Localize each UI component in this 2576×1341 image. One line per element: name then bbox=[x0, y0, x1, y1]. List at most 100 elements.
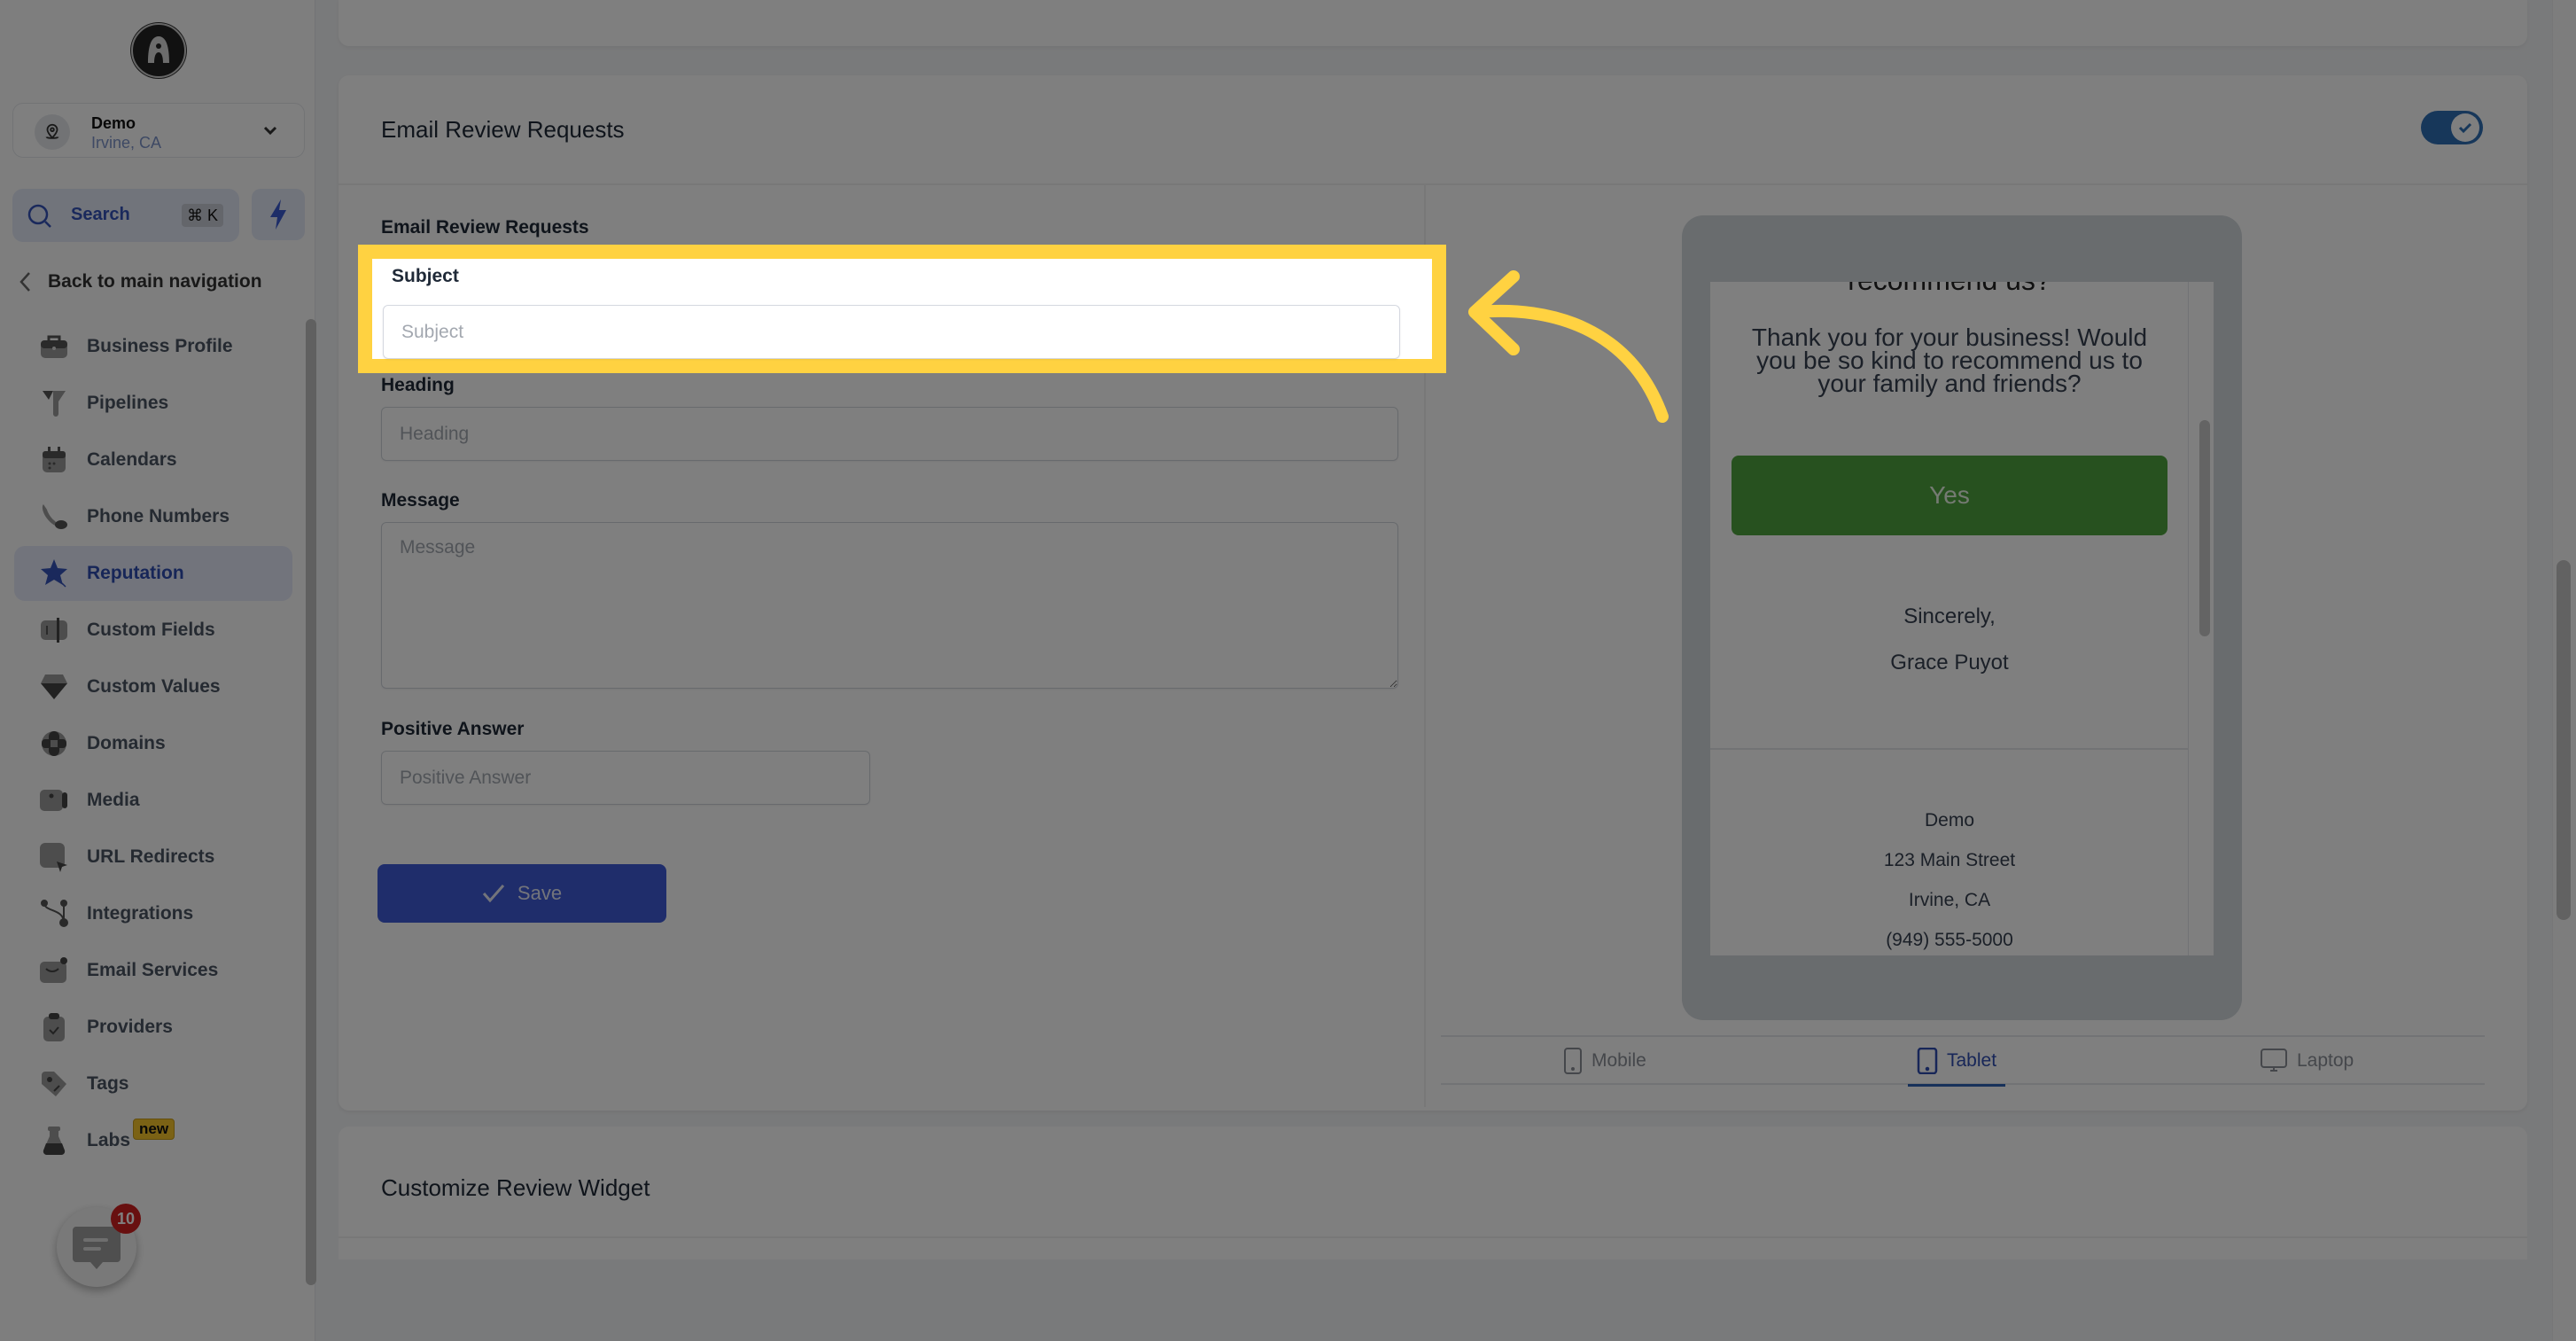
chevron-down-icon bbox=[263, 126, 277, 136]
settings-nav: Business Profile Pipelines Calendars Pho… bbox=[14, 319, 292, 1170]
preview-signer: Grace Puyot bbox=[1890, 651, 2009, 674]
app-logo[interactable] bbox=[131, 23, 186, 78]
save-label: Save bbox=[517, 882, 563, 904]
tablet-preview-frame: recommend us? Thank you for your busines… bbox=[1682, 215, 2242, 1020]
tab-laptop[interactable]: Laptop bbox=[2260, 1037, 2354, 1085]
device-tabs: Mobile Tablet Laptop bbox=[1441, 1035, 2485, 1087]
tablet-icon bbox=[1917, 1048, 1938, 1074]
subject-field-highlight: Subject bbox=[358, 245, 1446, 373]
account-switcher[interactable]: Demo Irvine, CA bbox=[12, 103, 305, 158]
card-header: Email Review Requests bbox=[339, 75, 2527, 185]
lightning-icon bbox=[270, 199, 286, 230]
star-icon bbox=[39, 558, 69, 589]
back-to-main-nav-link[interactable]: Back to main navigation bbox=[18, 270, 262, 293]
tab-label: Laptop bbox=[2297, 1050, 2354, 1071]
sidebar-item-pipelines[interactable]: Pipelines bbox=[14, 376, 292, 431]
globe-icon bbox=[39, 729, 69, 759]
video-icon bbox=[39, 785, 69, 815]
branch-icon bbox=[39, 899, 69, 929]
search-button[interactable]: Search ⌘ K bbox=[12, 189, 239, 242]
briefcase-icon bbox=[39, 331, 69, 362]
preview-phone: (949) 555-5000 bbox=[1886, 930, 2013, 950]
sidebar-item-label: Labs bbox=[87, 1130, 131, 1150]
preview-scrollbar[interactable] bbox=[2199, 420, 2210, 636]
preview-email: recommend us? Thank you for your busines… bbox=[1710, 282, 2189, 955]
sidebar-item-reputation[interactable]: Reputation bbox=[14, 546, 292, 601]
customize-review-widget-card: Customize Review Widget bbox=[339, 1127, 2527, 1259]
tab-label: Tablet bbox=[1947, 1050, 1997, 1071]
account-location: Irvine, CA bbox=[91, 134, 162, 152]
sidebar-item-url-redirects[interactable]: URL Redirects bbox=[14, 830, 292, 885]
sidebar-item-providers[interactable]: Providers bbox=[14, 1000, 292, 1055]
clipboard-check-icon bbox=[39, 1012, 69, 1042]
search-shortcut: ⌘ K bbox=[181, 204, 223, 227]
positive-answer-input[interactable] bbox=[381, 751, 870, 805]
preview-city: Irvine, CA bbox=[1908, 890, 1991, 910]
preview-street: 123 Main Street bbox=[1883, 850, 2016, 870]
email-review-toggle[interactable] bbox=[2421, 111, 2483, 144]
calendar-icon bbox=[39, 445, 69, 475]
sidebar-item-label: Reputation bbox=[87, 563, 184, 583]
message-label: Message bbox=[381, 490, 460, 511]
preview-business-name: Demo bbox=[1924, 810, 1975, 830]
sidebar-item-label: Business Profile bbox=[87, 336, 233, 356]
checkmark-icon bbox=[482, 885, 505, 903]
sidebar-item-phone-numbers[interactable]: Phone Numbers bbox=[14, 489, 292, 544]
previous-section-card bbox=[339, 0, 2527, 46]
sidebar-item-label: Tags bbox=[87, 1073, 129, 1094]
diamond-icon bbox=[39, 672, 69, 702]
sidebar-item-email-services[interactable]: Email Services bbox=[14, 943, 292, 998]
sidebar-scrollbar[interactable] bbox=[306, 319, 316, 1285]
sidebar-item-label: Custom Values bbox=[87, 676, 221, 697]
preview-message: Thank you for your business! Would you b… bbox=[1751, 324, 2148, 397]
preview-signoff: Sincerely, bbox=[1903, 604, 1996, 628]
subject-label: Subject bbox=[392, 266, 459, 286]
sidebar-item-calendars[interactable]: Calendars bbox=[14, 433, 292, 487]
sidebar-item-label: Phone Numbers bbox=[87, 506, 230, 526]
sidebar-item-tags[interactable]: Tags bbox=[14, 1056, 292, 1111]
sidebar-item-label: Calendars bbox=[87, 449, 177, 470]
search-label: Search bbox=[71, 205, 130, 224]
sidebar-item-label: Email Services bbox=[87, 960, 219, 980]
preview-screen: recommend us? Thank you for your busines… bbox=[1710, 282, 2214, 955]
sidebar-item-labs[interactable]: Labs new bbox=[14, 1113, 292, 1168]
sidebar-item-label: Integrations bbox=[87, 903, 194, 924]
cursor-icon bbox=[39, 842, 69, 872]
sidebar-item-label: Domains bbox=[87, 733, 166, 753]
card-title: Email Review Requests bbox=[381, 116, 625, 143]
sidebar-item-business-profile[interactable]: Business Profile bbox=[14, 319, 292, 374]
save-button[interactable]: Save bbox=[377, 864, 666, 923]
sidebar-item-label: Pipelines bbox=[87, 393, 169, 413]
sidebar-item-label: Custom Fields bbox=[87, 620, 215, 640]
heading-label: Heading bbox=[381, 375, 455, 395]
chat-unread-badge: 10 bbox=[111, 1204, 141, 1234]
account-name: Demo bbox=[91, 114, 136, 132]
back-label: Back to main navigation bbox=[48, 271, 262, 292]
sidebar-item-label: URL Redirects bbox=[87, 846, 215, 867]
phone-icon bbox=[39, 502, 69, 532]
funnel-icon bbox=[39, 388, 69, 418]
heading-input[interactable] bbox=[381, 407, 1398, 461]
preview-yes-button: Yes bbox=[1732, 456, 2167, 535]
tab-tablet[interactable]: Tablet bbox=[1907, 1037, 2006, 1087]
sidebar-item-custom-fields[interactable]: Custom Fields bbox=[14, 603, 292, 658]
card-title: Customize Review Widget bbox=[381, 1174, 650, 1201]
sidebar-item-custom-values[interactable]: Custom Values bbox=[14, 659, 292, 714]
sidebar-item-domains[interactable]: Domains bbox=[14, 716, 292, 771]
message-textarea[interactable] bbox=[381, 522, 1398, 689]
quick-actions-button[interactable] bbox=[252, 189, 305, 240]
mobile-icon bbox=[1564, 1048, 1582, 1074]
mail-icon bbox=[39, 955, 69, 986]
custom-fields-icon bbox=[39, 615, 69, 645]
subject-input[interactable] bbox=[383, 305, 1400, 359]
main-scrollbar-thumb[interactable] bbox=[2557, 560, 2571, 920]
check-icon bbox=[2451, 113, 2479, 142]
tab-mobile[interactable]: Mobile bbox=[1563, 1037, 1646, 1085]
positive-answer-label: Positive Answer bbox=[381, 719, 525, 739]
laptop-icon bbox=[2261, 1049, 2287, 1072]
sidebar-item-label: Media bbox=[87, 790, 140, 810]
sidebar-item-integrations[interactable]: Integrations bbox=[14, 886, 292, 941]
flask-icon bbox=[39, 1126, 69, 1156]
logo-icon bbox=[148, 36, 169, 63]
sidebar-item-media[interactable]: Media bbox=[14, 773, 292, 828]
